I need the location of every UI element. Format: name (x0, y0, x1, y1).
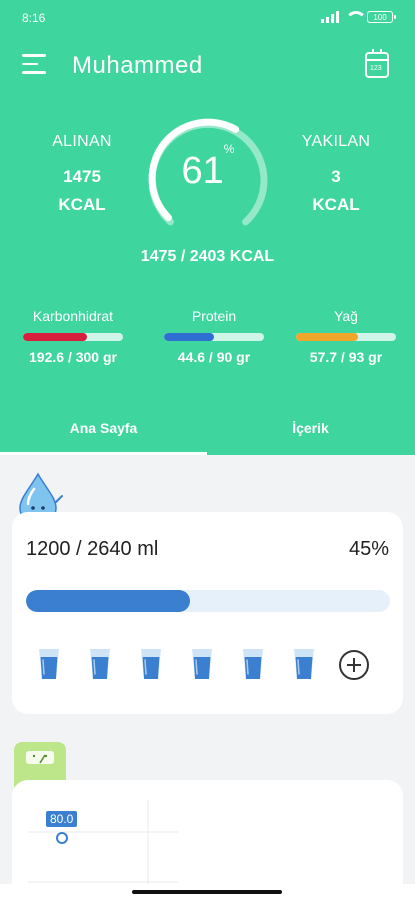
burned-label: YAKILAN (301, 133, 371, 150)
macro-carbs-fill (23, 333, 88, 341)
battery-level: 100 (373, 12, 387, 22)
macro-fat-label: Yağ (334, 308, 358, 324)
macro-fat: Yağ 57.7 / 93 gr (296, 308, 396, 365)
water-progress-fill (26, 590, 190, 612)
tab-bar: Ana Sayfa İçerik (0, 408, 415, 455)
username: Muhammed (72, 52, 203, 79)
macro-protein-bar (164, 333, 264, 341)
calendar-icon[interactable]: 123 (365, 49, 389, 78)
status-icons: 100 (321, 11, 396, 23)
water-glass-icon[interactable] (38, 648, 60, 680)
water-progress-bar (26, 590, 390, 612)
status-bar: 8:16 100 (0, 0, 415, 36)
menu-icon[interactable] (22, 54, 46, 74)
water-card: 1200 / 2640 ml 45% (12, 512, 403, 714)
wifi-icon (345, 11, 367, 23)
burned-block: YAKILAN 3 KCAL (281, 133, 391, 215)
macro-fat-fill (296, 333, 358, 341)
macro-carbs-label: Karbonhidrat (32, 308, 114, 324)
eaten-value: 1475 (63, 167, 101, 186)
home-indicator (0, 884, 415, 900)
macro-protein-label: Protein (191, 308, 237, 324)
macro-fat-bar (296, 333, 396, 341)
gauge-percent: 61% (181, 142, 235, 192)
weight-value-label: 80.0 (46, 811, 78, 827)
macro-carbs-bar (23, 333, 123, 341)
macro-protein-fill (164, 333, 214, 341)
water-glass-icon[interactable] (89, 648, 111, 680)
macro-carbs-value: 192.6 / 300 gr (29, 349, 117, 365)
macro-carbs: Karbonhidrat 192.6 / 300 gr (23, 308, 123, 365)
header: 8:16 100 Muhammed 123 ALINAN 1475 KCAL 6… (0, 0, 415, 455)
macro-fat-value: 57.7 / 93 gr (309, 349, 383, 365)
water-amount: 1200 / 2640 ml (26, 538, 159, 560)
status-time: 8:16 (22, 11, 46, 25)
eaten-block: ALINAN 1475 KCAL (27, 133, 137, 215)
water-percent: 45% (348, 538, 389, 560)
macro-protein: Protein 44.6 / 90 gr (164, 308, 264, 365)
weight-card: 80.0 (12, 780, 403, 900)
battery-icon: 100 (367, 11, 396, 23)
burned-value: 3 (331, 167, 341, 186)
active-tab-indicator (0, 452, 207, 455)
burned-unit: KCAL (312, 195, 360, 214)
tab-content[interactable]: İçerik (207, 408, 414, 455)
eaten-label: ALINAN (52, 133, 112, 150)
weight-data-point[interactable] (56, 832, 68, 844)
eaten-unit: KCAL (58, 195, 106, 214)
water-glass-icon[interactable] (293, 648, 315, 680)
add-water-button[interactable] (339, 650, 369, 680)
tab-home[interactable]: Ana Sayfa (0, 408, 207, 455)
water-glass-icon[interactable] (242, 648, 264, 680)
water-glass-icon[interactable] (140, 648, 162, 680)
signal-icon (321, 11, 339, 23)
water-glass-icon[interactable] (191, 648, 213, 680)
app-bar: Muhammed 123 (0, 44, 415, 88)
macro-protein-value: 44.6 / 90 gr (177, 349, 251, 365)
calorie-total: 1475 / 2403 KCAL (140, 248, 275, 265)
